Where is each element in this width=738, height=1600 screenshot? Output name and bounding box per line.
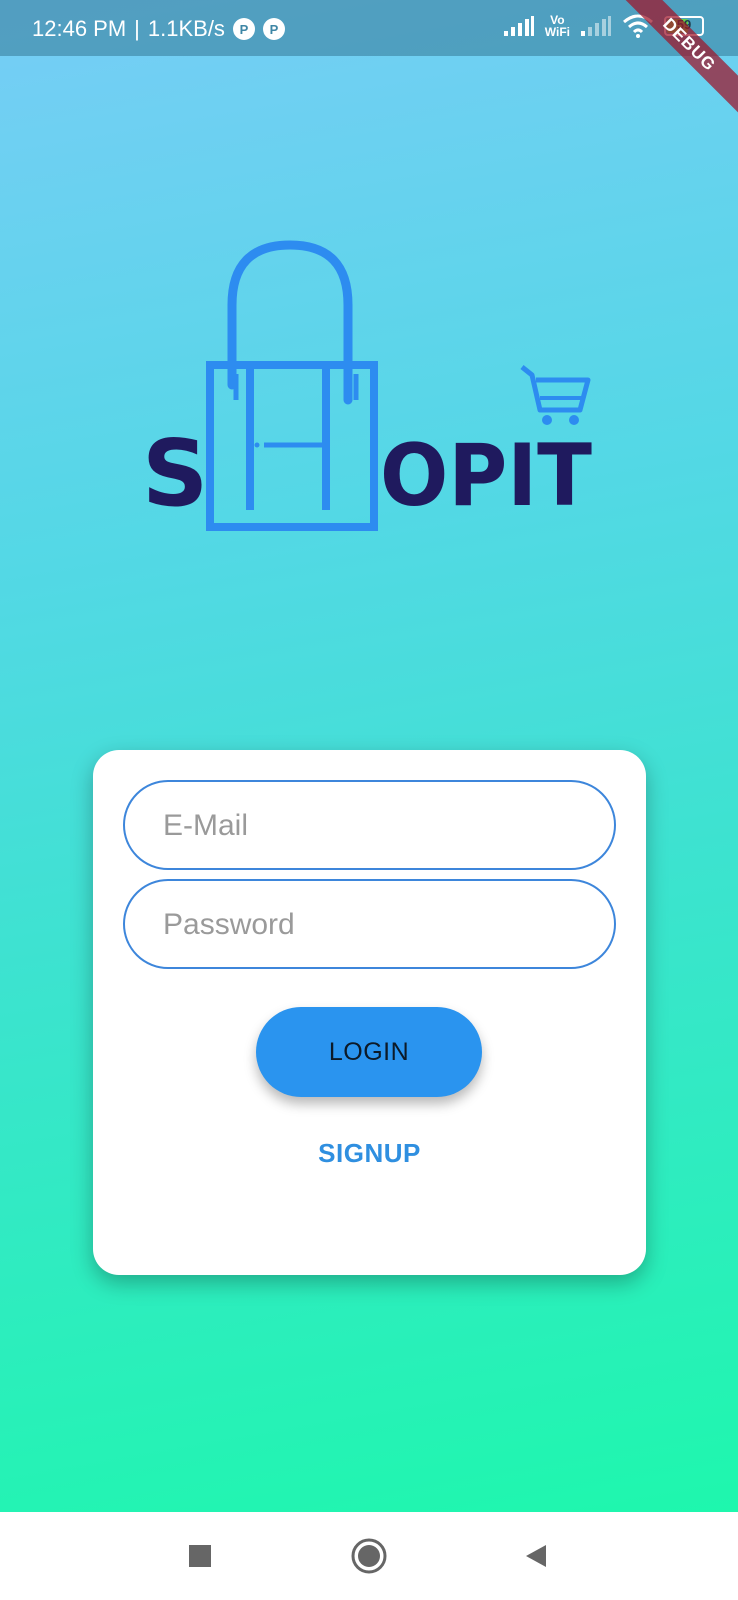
password-input[interactable]	[161, 881, 595, 969]
email-field[interactable]	[123, 780, 616, 870]
shopping-cart-icon	[520, 365, 591, 425]
app-screen: 12:46 PM | 1.1KB/s P P Vo WiFi DEBUG S O…	[0, 0, 738, 1512]
vowifi-bottom-text: WiFi	[544, 25, 570, 39]
navigation-bar	[0, 1512, 738, 1600]
network-speed: 1.1KB/s	[147, 16, 225, 41]
signal-weak-icon	[581, 16, 611, 36]
triangle-back-icon	[526, 1545, 546, 1567]
square-icon	[189, 1545, 211, 1567]
circle-icon	[351, 1538, 387, 1574]
home-button[interactable]	[345, 1532, 393, 1580]
status-bar: 12:46 PM | 1.1KB/s P P Vo WiFi DEBUG	[0, 0, 738, 122]
status-time: 12:46 PM	[32, 16, 127, 41]
login-card: LOGIN SIGNUP	[93, 750, 646, 1275]
notification-app-icon: P	[262, 18, 285, 40]
logo-letters-opit: OPIT	[380, 426, 592, 526]
signal-icon	[503, 16, 534, 36]
logo-letter-s: S	[142, 420, 208, 527]
shopit-logo: S OPIT	[142, 240, 592, 531]
signup-button[interactable]: SIGNUP	[93, 1138, 646, 1169]
email-input[interactable]	[161, 782, 595, 870]
password-field[interactable]	[123, 879, 616, 969]
back-button[interactable]	[512, 1532, 560, 1580]
status-separator: |	[134, 16, 140, 41]
recents-button[interactable]	[176, 1532, 224, 1580]
vowifi-indicator: Vo WiFi	[545, 14, 570, 38]
status-left: 12:46 PM | 1.1KB/s P P	[32, 16, 285, 42]
login-button[interactable]: LOGIN	[256, 1007, 482, 1097]
notification-app-icon: P	[232, 18, 255, 40]
